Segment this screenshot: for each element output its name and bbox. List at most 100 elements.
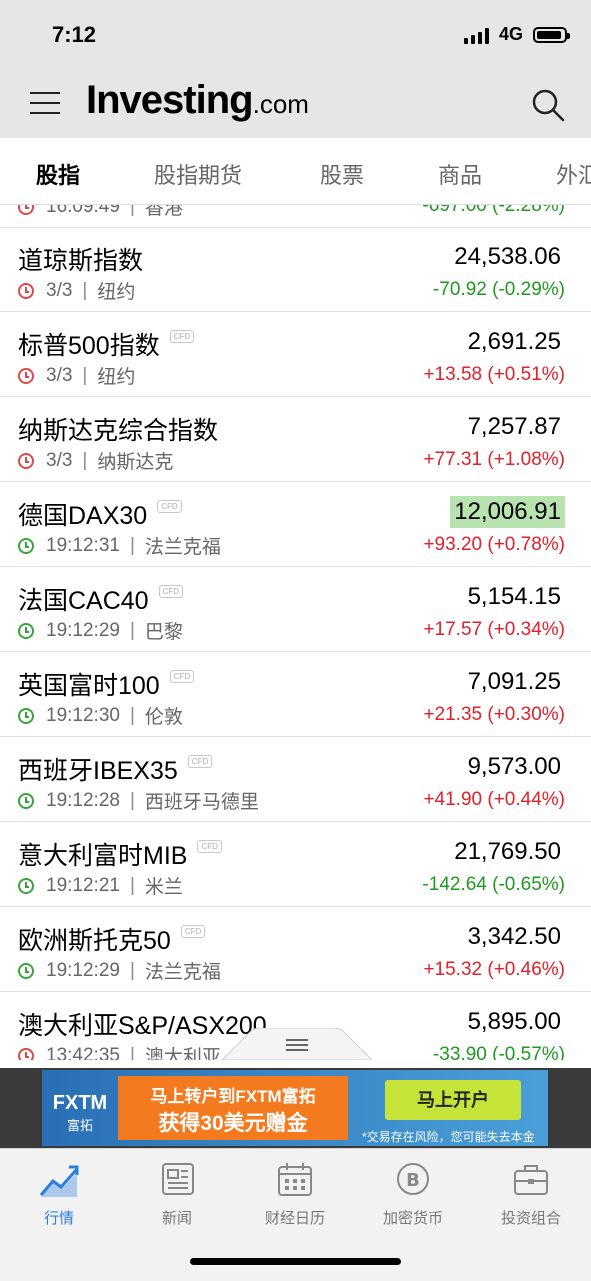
hamburger-menu-icon[interactable]: [30, 92, 60, 116]
row-separator: |: [129, 789, 135, 811]
row-name: 道琼斯指数: [18, 241, 143, 277]
network-type: 4G: [498, 24, 523, 44]
row-time: 19:12:29: [46, 619, 120, 641]
ad-brand-cn: 富拓: [66, 1118, 93, 1133]
quote-list: 16:09:49 | 香港 -697.00 (-2.28%) 道琼斯指数 3/3 |…: [0, 205, 591, 1060]
search-icon[interactable]: [531, 88, 565, 122]
tab-commodities[interactable]: 商品: [438, 158, 482, 190]
drawer-handle-icon[interactable]: [222, 1028, 372, 1060]
list-item[interactable]: 意大利富时MIB CFD 19:12:21 | 米兰 21,769.50 -142.64 (…: [0, 822, 591, 907]
ad-headline-box: 马上转户到FXTM富拓 获得30美元赠金: [118, 1076, 348, 1140]
row-time: 3/3: [46, 449, 73, 471]
row-price: 9,573.00: [467, 753, 561, 780]
list-item-partial[interactable]: 16:09:49 | 香港 -697.00 (-2.28%): [0, 205, 591, 228]
row-name-text: 法国CAC40: [18, 587, 149, 615]
nav-label: 加密货币: [382, 1210, 443, 1227]
row-change: +13.58 (+0.51%): [423, 364, 565, 385]
row-meta: 19:12:30 | 伦敦: [18, 702, 183, 729]
row-name: 标普500指数 CFD: [18, 326, 195, 362]
clock-icon: [18, 367, 34, 384]
nav-label: 新闻: [161, 1210, 192, 1227]
row-price: 5,154.15: [467, 583, 561, 610]
row-name-text: 英国富时100: [18, 672, 160, 700]
nav-news[interactable]: 新闻: [118, 1161, 236, 1228]
nav-portfolio[interactable]: 投资组合: [472, 1161, 590, 1228]
row-change: +21.35 (+0.30%): [423, 704, 565, 725]
row-place: 法兰克福: [144, 962, 221, 983]
row-place: 西班牙马德里: [144, 792, 259, 813]
row-price: 21,769.50: [454, 838, 561, 865]
tab-stocks[interactable]: 股票: [320, 158, 364, 190]
ad-line2: 获得30美元赠金: [158, 1112, 308, 1135]
ad-open-account-button[interactable]: 马上开户: [385, 1080, 521, 1120]
list-item[interactable]: 法国CAC40 CFD 19:12:29 | 巴黎 5,154.15 +17.57 (+0.…: [0, 567, 591, 652]
tab-index-futures[interactable]: 股指期货: [154, 158, 242, 190]
tab-indices[interactable]: 股指: [36, 158, 80, 190]
row-place: 纳斯达克: [97, 452, 174, 473]
row-change: +17.57 (+0.34%): [423, 619, 565, 640]
clock-icon: [18, 622, 34, 639]
row-change: +15.32 (+0.46%): [423, 959, 565, 980]
clock-icon: [18, 282, 34, 299]
row-place: 伦敦: [144, 707, 183, 728]
list-item[interactable]: 道琼斯指数 3/3 | 纽约 24,538.06 -70.92 (-0.29%): [0, 227, 591, 312]
row-separator: |: [129, 619, 135, 641]
clock-icon: [18, 707, 34, 724]
row-separator: |: [129, 704, 135, 726]
row-name-text: 德国DAX30: [18, 502, 148, 530]
battery-icon: [533, 26, 570, 43]
row-separator: |: [129, 205, 135, 217]
tab-forex[interactable]: 外汇: [556, 158, 591, 190]
cfd-badge: CFD: [197, 839, 222, 853]
list-item[interactable]: 英国富时100 CFD 19:12:30 | 伦敦 7,091.25 +21.35 (+0.…: [0, 652, 591, 737]
nav-label: 财经日历: [264, 1210, 325, 1227]
row-name: 法国CAC40 CFD: [18, 581, 184, 617]
bitcoin-icon: B: [397, 1163, 429, 1195]
signal-icon: [463, 26, 489, 44]
row-place: 香港: [144, 205, 183, 219]
row-separator: |: [129, 874, 135, 896]
nav-calendar[interactable]: 财经日历: [236, 1161, 354, 1228]
row-name-text: 意大利富时MIB: [18, 842, 188, 870]
row-separator: |: [129, 1044, 135, 1061]
row-separator: |: [82, 364, 88, 386]
nav-label: 行情: [43, 1210, 74, 1227]
row-meta: 19:12:28 | 西班牙马德里: [18, 787, 259, 814]
row-place: 纽约: [97, 367, 136, 388]
row-time: 19:12:29: [46, 959, 120, 981]
row-place: 米兰: [144, 877, 183, 898]
row-name: 德国DAX30 CFD: [18, 496, 182, 532]
row-place: 纽约: [97, 282, 136, 303]
list-item[interactable]: 西班牙IBEX35 CFD 19:12:28 | 西班牙马德里 9,573.00 +41.9…: [0, 737, 591, 822]
nav-crypto[interactable]: B 加密货币: [354, 1161, 472, 1228]
row-change: -142.64 (-0.65%): [422, 874, 565, 895]
chart-trend-icon: [39, 1165, 79, 1197]
row-price: 12,006.91: [450, 496, 565, 528]
newspaper-icon: [162, 1163, 194, 1195]
row-meta: 3/3 | 纽约: [18, 277, 135, 304]
list-item[interactable]: 德国DAX30 CFD 19:12:31 | 法兰克福 12,006.91 +93.20 (…: [0, 482, 591, 567]
cfd-badge: CFD: [187, 754, 213, 768]
list-item[interactable]: 欧洲斯托克50 CFD 19:12:29 | 法兰克福 3,342.50 +15.32 (+…: [0, 907, 591, 992]
row-name-text: 道琼斯指数: [18, 247, 144, 275]
clock-icon: [18, 452, 34, 469]
status-bar: 7:12 4G: [0, 0, 591, 70]
cfd-badge: CFD: [169, 329, 195, 343]
list-item[interactable]: 标普500指数 CFD 3/3 | 纽约 2,691.25 +13.58 (+0.51%): [0, 312, 591, 397]
row-time: 19:12:30: [46, 704, 120, 726]
row-meta: 3/3 | 纽约: [18, 362, 135, 389]
row-name: 欧洲斯托克50 CFD: [18, 921, 206, 957]
row-separator: |: [129, 534, 135, 556]
row-meta: 13:42:35 | 澳大利亚: [18, 1042, 221, 1060]
clock-icon: [18, 792, 34, 809]
nav-quotes[interactable]: 行情: [0, 1161, 118, 1228]
row-place: 法兰克福: [144, 537, 221, 558]
row-separator: |: [129, 959, 135, 981]
briefcase-icon: [514, 1165, 548, 1195]
row-time: 19:12:31: [46, 534, 120, 556]
list-item[interactable]: 纳斯达克综合指数 3/3 | 纳斯达克 7,257.87 +77.31 (+1.08%): [0, 397, 591, 482]
row-meta: 19:12:29 | 巴黎: [18, 617, 183, 644]
row-change: -697.00 (-2.28%): [422, 205, 565, 216]
row-time: 19:12:28: [46, 789, 120, 811]
ad-banner[interactable]: FXTM 富拓 马上转户到FXTM富拓 获得30美元赠金 马上开户 *交易存在风…: [0, 1068, 591, 1148]
